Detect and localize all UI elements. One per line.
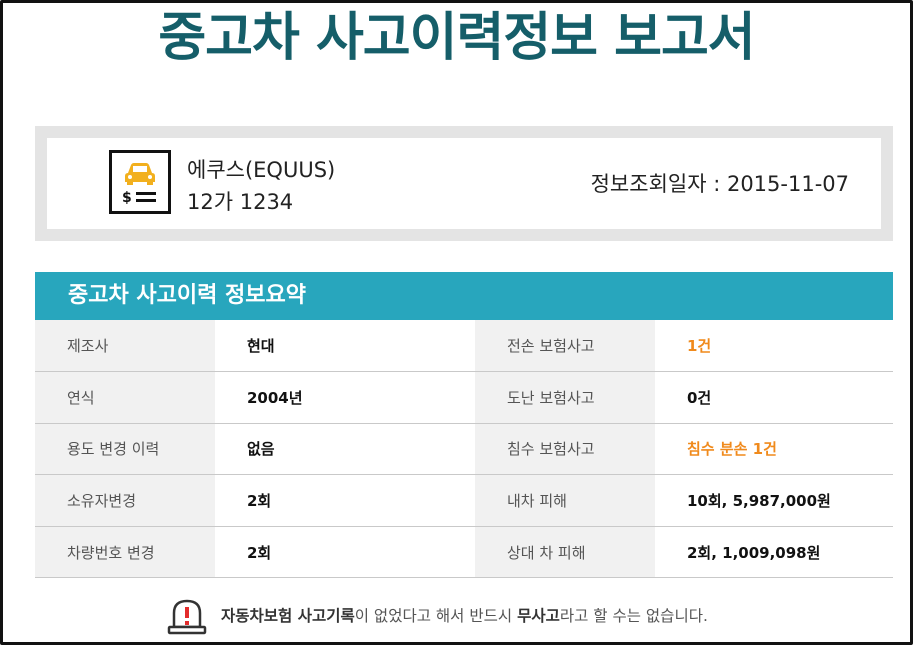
vehicle-plate: 12가 1234 [187,190,294,214]
notice: 자동차보험 사고기록이 없었다고 해서 반드시 무사고라고 할 수는 없습니다. [165,593,785,635]
total-loss-label: 전손 보험사고 [475,320,655,373]
owner-change-value: 2회 [215,474,475,527]
table-row: 차량번호 변경 2회 상대 차 피해 2회, 1,009,098원 [35,526,893,579]
notice-text-2: 이 없었다고 해서 반드시 [354,607,518,625]
car-money-icon: $ [109,150,171,214]
vehicle-name: 에쿠스(EQUUS) [187,158,336,182]
warning-icon [165,593,209,637]
vehicle-info-panel: $ 에쿠스(EQUUS) 12가 1234 정보조회일자 : 2015-11-0… [35,126,893,241]
flood-label: 침수 보험사고 [475,423,655,476]
usage-change-value: 없음 [215,423,475,476]
own-damage-label: 내차 피해 [475,474,655,527]
other-damage-label: 상대 차 피해 [475,526,655,579]
notice-text: 자동차보험 사고기록이 없었다고 해서 반드시 무사고라고 할 수는 없습니다. [221,604,708,626]
theft-value: 0건 [655,371,893,424]
plate-change-value: 2회 [215,526,475,579]
flood-value: 침수 분손 1건 [655,423,893,476]
summary-table: 제조사 현대 전손 보험사고 1건 연식 2004년 도난 보험사고 0건 용도… [35,320,893,579]
own-damage-value: 10회, 5,987,000원 [655,474,893,527]
total-loss-value: 1건 [655,320,893,373]
table-row: 연식 2004년 도난 보험사고 0건 [35,371,893,424]
svg-text:$: $ [122,190,132,206]
plate-change-label: 차량번호 변경 [35,526,215,579]
notice-emphasis-1: 자동차보험 사고기록 [221,607,355,625]
manufacturer-value: 현대 [215,320,475,373]
query-date: 정보조회일자 : 2015-11-07 [590,172,849,196]
vehicle-info-card: $ 에쿠스(EQUUS) 12가 1234 정보조회일자 : 2015-11-0… [47,138,881,229]
table-row: 제조사 현대 전손 보험사고 1건 [35,320,893,373]
notice-emphasis-2: 무사고 [517,607,560,625]
model-year-value: 2004년 [215,371,475,424]
usage-change-label: 용도 변경 이력 [35,423,215,476]
model-year-label: 연식 [35,371,215,424]
manufacturer-label: 제조사 [35,320,215,373]
page-title: 중고차 사고이력정보 보고서 [158,8,755,68]
summary-header: 중고차 사고이력 정보요약 [35,272,893,320]
notice-text-4: 라고 할 수는 없습니다. [559,607,708,625]
table-row: 소유자변경 2회 내차 피해 10회, 5,987,000원 [35,474,893,527]
theft-label: 도난 보험사고 [475,371,655,424]
other-damage-value: 2회, 1,009,098원 [655,526,893,579]
owner-change-label: 소유자변경 [35,474,215,527]
table-row: 용도 변경 이력 없음 침수 보험사고 침수 분손 1건 [35,423,893,476]
